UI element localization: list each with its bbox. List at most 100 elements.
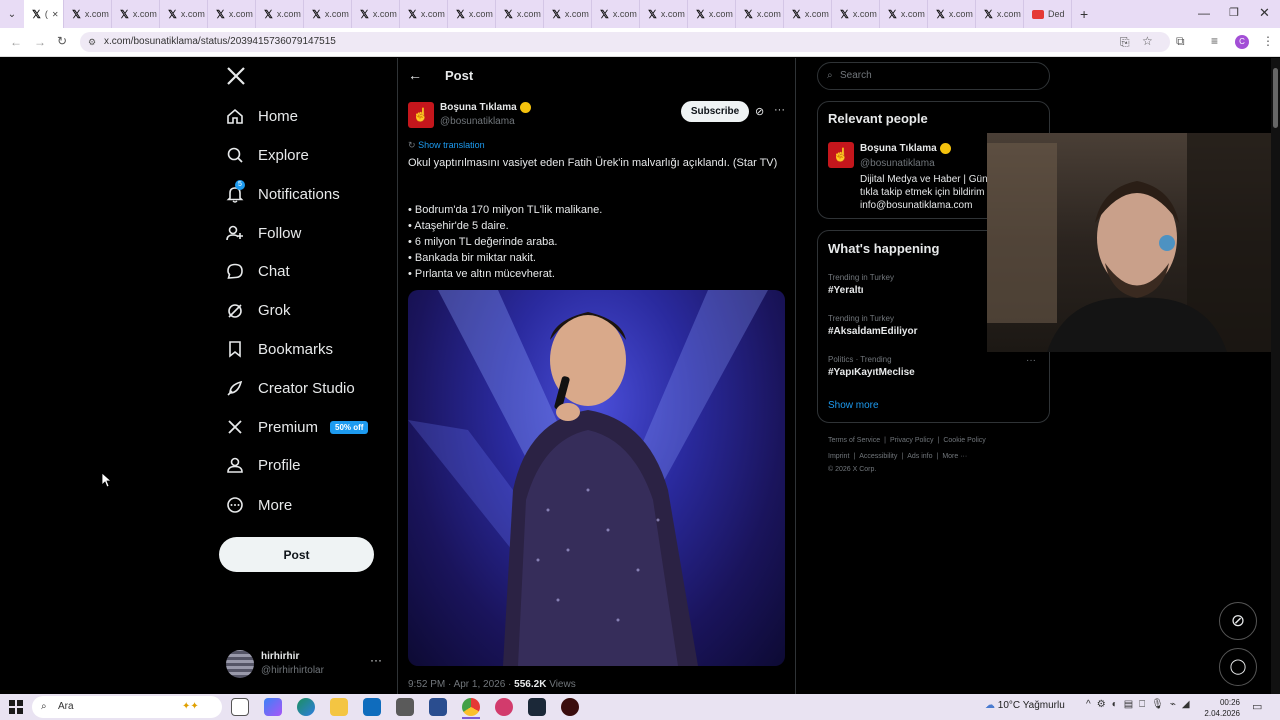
notification-center-icon[interactable]: ▭ xyxy=(1252,700,1262,713)
scrollbar-thumb[interactable] xyxy=(1273,68,1278,128)
nav-item-premium[interactable]: Premium 50% off xyxy=(226,410,369,444)
footer-link[interactable]: Cookie Policy xyxy=(943,437,985,444)
trend-item[interactable]: Politics · Trending #YapıKayıtMeclise xyxy=(828,355,915,378)
file-explorer-icon[interactable] xyxy=(330,698,348,716)
chrome-profile-icon[interactable] xyxy=(495,698,513,716)
x-logo-icon[interactable] xyxy=(226,66,246,86)
grok-icon[interactable]: ⊘ xyxy=(755,105,764,118)
taskbar-search[interactable]: ⌕ Ara ✦✦ xyxy=(32,696,222,718)
browser-tab[interactable]: 𝕏x.com xyxy=(112,0,160,28)
browser-tab[interactable]: 𝕏x.com xyxy=(160,0,208,28)
nav-item-home[interactable]: Home xyxy=(226,99,298,133)
nav-item-grok[interactable]: Grok xyxy=(226,293,291,327)
task-view-icon[interactable] xyxy=(231,698,249,716)
post-more-icon[interactable]: ··· xyxy=(774,104,785,116)
subscribe-button[interactable]: Subscribe xyxy=(681,101,749,122)
nav-item-more[interactable]: More xyxy=(226,488,292,522)
reload-icon[interactable]: ↻ xyxy=(57,34,67,48)
browser-tab[interactable]: 𝕏x.com xyxy=(640,0,688,28)
close-window-icon[interactable]: ✕ xyxy=(1259,5,1270,21)
close-tab-icon[interactable]: ✕ xyxy=(52,10,59,19)
browser-tab[interactable]: 𝕏x.com xyxy=(784,0,832,28)
browser-tab[interactable]: 𝕏x.com xyxy=(592,0,640,28)
browser-tab[interactable]: 𝕏x.com xyxy=(64,0,112,28)
media-control-icon[interactable]: ≡ xyxy=(1211,34,1218,48)
account-more-icon[interactable]: ··· xyxy=(370,653,382,667)
browser-tab[interactable]: 𝕏x.com xyxy=(448,0,496,28)
forward-icon[interactable]: → xyxy=(34,35,46,49)
browser-menu-icon[interactable]: ⋮ xyxy=(1262,34,1274,48)
browser-tab[interactable]: 𝕏x.com xyxy=(304,0,352,28)
new-tab-icon[interactable]: + xyxy=(1080,6,1088,22)
trend-item[interactable]: Trending in Turkey #AksaİdamEdiliyor xyxy=(828,314,917,337)
relevant-name[interactable]: Boşuna Tıklama xyxy=(860,143,951,154)
outlook-icon[interactable] xyxy=(363,698,381,716)
star-icon[interactable]: ☆ xyxy=(1142,34,1153,48)
back-arrow-icon[interactable]: ← xyxy=(408,67,422,83)
footer-link[interactable]: More ··· xyxy=(942,453,967,460)
footer-link[interactable]: Terms of Service xyxy=(828,437,880,444)
clock[interactable]: 00:26 2.04.2026 xyxy=(1204,697,1240,719)
relevant-avatar[interactable]: ☝ xyxy=(828,142,854,168)
back-icon[interactable]: ← xyxy=(10,35,22,49)
footer-link[interactable]: Imprint xyxy=(828,453,849,460)
system-tray-icons[interactable]: ^⚙◐▤⎕🎙⌁◢ xyxy=(1086,699,1196,710)
browser-tab[interactable]: 𝕏x.com xyxy=(736,0,784,28)
vpn-icon[interactable] xyxy=(429,698,447,716)
post-timestamp[interactable]: 9:52 PM · Apr 1, 2026 · xyxy=(408,679,514,690)
nav-item-explore[interactable]: Explore xyxy=(226,138,309,172)
nav-item-notifications[interactable]: 5 Notifications xyxy=(226,177,340,211)
site-info-icon[interactable]: ⚙ xyxy=(88,32,96,52)
post-image[interactable] xyxy=(408,290,785,666)
browser-tab[interactable]: 𝕏x.com xyxy=(208,0,256,28)
chat-fab[interactable]: ◯ xyxy=(1219,648,1257,686)
footer-link[interactable]: Accessibility xyxy=(859,453,897,460)
search-input[interactable]: ⌕ Search xyxy=(817,62,1050,90)
browser-tab[interactable]: 𝕏x.com xyxy=(496,0,544,28)
browser-tab[interactable]: 𝕏x.com xyxy=(880,0,928,28)
trend-item[interactable]: Trending in Turkey #Yeraltı xyxy=(828,273,894,296)
author-name[interactable]: Boşuna Tıklama xyxy=(440,102,531,113)
scrollbar[interactable] xyxy=(1271,58,1280,694)
edge-icon[interactable] xyxy=(297,698,315,716)
browser-tab[interactable]: 𝕏x.com xyxy=(928,0,976,28)
nav-item-profile[interactable]: Profile xyxy=(226,448,301,482)
show-more-link[interactable]: Show more xyxy=(828,400,879,411)
browser-tab[interactable]: 𝕏x.com xyxy=(352,0,400,28)
browser-tab[interactable]: 𝕏(✕ xyxy=(24,0,64,28)
steam-icon[interactable] xyxy=(528,698,546,716)
chrome-icon[interactable] xyxy=(462,698,480,716)
browser-tab[interactable]: 𝕏x.com xyxy=(832,0,880,28)
browser-tab[interactable]: 𝕏x.com xyxy=(256,0,304,28)
obs-icon[interactable] xyxy=(561,698,579,716)
weather-widget[interactable]: ☁ 10°C Yağmurlu xyxy=(985,700,1065,711)
footer-link[interactable]: Ads info xyxy=(907,453,932,460)
browser-tab[interactable]: 𝕏x.com xyxy=(688,0,736,28)
restore-icon[interactable]: ❐ xyxy=(1229,6,1239,19)
url-field[interactable]: ⚙ x.com/bosunatiklama/status/20394157360… xyxy=(80,32,1170,52)
show-translation-link[interactable]: ↻ Show translation xyxy=(408,140,485,151)
post-button[interactable]: Post xyxy=(219,537,374,572)
grok-fab[interactable]: ⊘ xyxy=(1219,602,1257,640)
account-switcher[interactable]: hirhirhir @hirhirhirtolar ··· xyxy=(226,648,386,682)
browser-tab[interactable]: 𝕏x.com xyxy=(544,0,592,28)
browser-tab[interactable]: Ded xyxy=(1024,0,1072,28)
author-handle[interactable]: @bosunatiklama xyxy=(440,116,515,127)
footer-link[interactable]: Privacy Policy xyxy=(890,437,934,444)
nav-item-bookmarks[interactable]: Bookmarks xyxy=(226,332,333,366)
browser-tab[interactable]: 𝕏x.com xyxy=(976,0,1024,28)
extensions-icon[interactable]: ⧉ xyxy=(1176,34,1185,49)
trend-more-icon[interactable]: ··· xyxy=(1026,355,1036,366)
tab-search-icon[interactable]: ⌄ xyxy=(0,9,24,20)
minimize-icon[interactable]: — xyxy=(1198,6,1210,20)
windows-start-icon[interactable] xyxy=(9,700,23,714)
author-avatar[interactable]: ☝ xyxy=(408,102,434,128)
install-app-icon[interactable]: ⎘ xyxy=(1120,35,1130,50)
store-icon[interactable] xyxy=(396,698,414,716)
profile-avatar[interactable]: C xyxy=(1235,35,1249,49)
nav-item-follow[interactable]: Follow xyxy=(226,216,301,250)
copilot-icon[interactable] xyxy=(264,698,282,716)
browser-tab[interactable]: 𝕏x.com xyxy=(400,0,448,28)
relevant-handle[interactable]: @bosunatiklama xyxy=(860,158,935,169)
nav-item-chat[interactable]: Chat xyxy=(226,254,290,288)
